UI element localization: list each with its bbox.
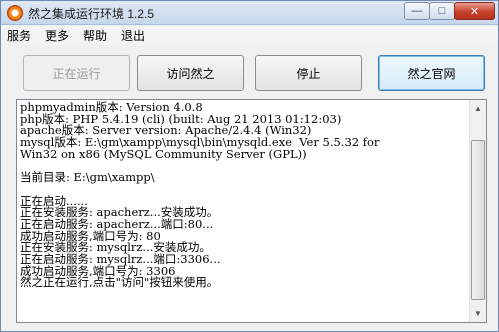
log-line: 然之正在运行,点击"访问"按钮来使用。 — [20, 275, 219, 290]
scroll-down-icon[interactable]: ▼ — [470, 305, 486, 322]
window-title: 然之集成运行环境 1.2.5 — [28, 7, 155, 21]
app-window: 然之集成运行环境 1.2.5 — □ ✕ 服务 更多 帮助 退出 正在运行 访问… — [0, 0, 499, 332]
website-button[interactable]: 然之官网 — [378, 55, 485, 91]
maximize-button[interactable]: □ — [429, 2, 455, 20]
minimize-button[interactable]: — — [404, 2, 430, 20]
title-bar[interactable]: 然之集成运行环境 1.2.5 — □ ✕ — [1, 1, 498, 25]
stop-button[interactable]: 停止 — [255, 55, 362, 91]
scroll-thumb[interactable] — [471, 140, 485, 300]
close-button[interactable]: ✕ — [454, 2, 495, 20]
log-lines: phpmyadmin版本: Version 4.0.8 php版本: PHP 5.… — [20, 101, 468, 290]
menu-item-help[interactable]: 帮助 — [83, 27, 107, 44]
scroll-up-icon[interactable]: ▲ — [470, 100, 486, 117]
visit-button[interactable]: 访问然之 — [137, 55, 244, 91]
menu-item-more[interactable]: 更多 — [45, 27, 69, 44]
running-button[interactable]: 正在运行 — [23, 55, 130, 91]
menu-item-exit[interactable]: 退出 — [121, 27, 145, 44]
vertical-scrollbar[interactable]: ▲ ▼ — [469, 100, 486, 322]
menu-item-service[interactable]: 服务 — [7, 27, 31, 44]
log-output[interactable]: phpmyadmin版本: Version 4.0.8 php版本: PHP 5.… — [16, 99, 487, 323]
app-logo-icon — [7, 5, 23, 21]
log-line: 当前目录: E:\gm\xampp\ — [20, 170, 155, 185]
menu-bar: 服务 更多 帮助 退出 — [1, 26, 498, 45]
log-line: Win32 on x86 (MySQL Community Server (GP… — [20, 146, 307, 161]
